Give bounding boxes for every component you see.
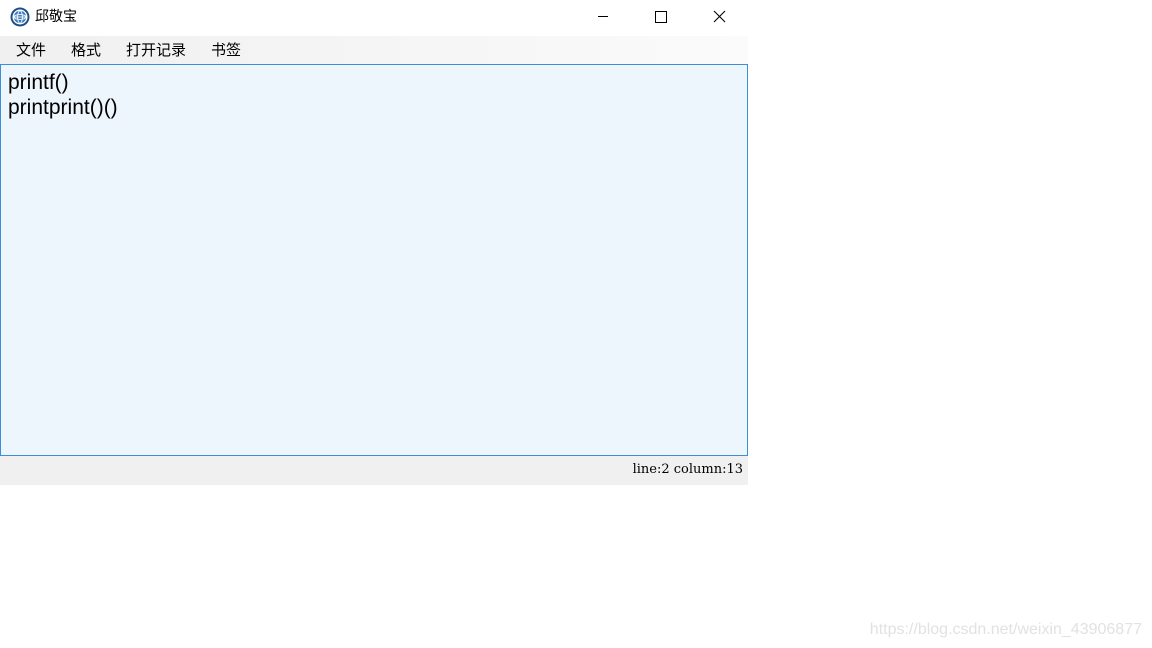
menu-item-bookmarks[interactable]: 书签 — [211, 40, 241, 60]
app-window: 邱敬宝 文件 格式 打开记录 书签 printf() printprint()(… — [0, 0, 748, 485]
menu-bar: 文件 格式 打开记录 书签 — [0, 36, 748, 64]
maximize-button[interactable] — [632, 0, 690, 34]
menu-item-file[interactable]: 文件 — [16, 40, 46, 60]
globe-logo-icon — [10, 7, 30, 27]
close-button[interactable] — [690, 0, 748, 34]
title-bar[interactable]: 邱敬宝 — [0, 0, 748, 34]
menu-item-open-history[interactable]: 打开记录 — [126, 40, 186, 60]
window-title: 邱敬宝 — [35, 9, 77, 25]
editor-line: printf() — [8, 71, 69, 94]
text-editor-area[interactable]: printf() printprint()() — [0, 64, 748, 456]
minimize-icon — [598, 16, 608, 17]
editor-line: printprint()() — [8, 96, 118, 119]
watermark-text: https://blog.csdn.net/weixin_43906877 — [869, 621, 1142, 638]
menu-item-format[interactable]: 格式 — [71, 40, 101, 60]
close-icon — [713, 10, 726, 23]
minimize-button[interactable] — [574, 0, 632, 34]
cursor-position-status: line:2 column:13 — [632, 462, 743, 477]
status-bar: line:2 column:13 — [0, 456, 748, 485]
maximize-icon — [655, 11, 667, 23]
